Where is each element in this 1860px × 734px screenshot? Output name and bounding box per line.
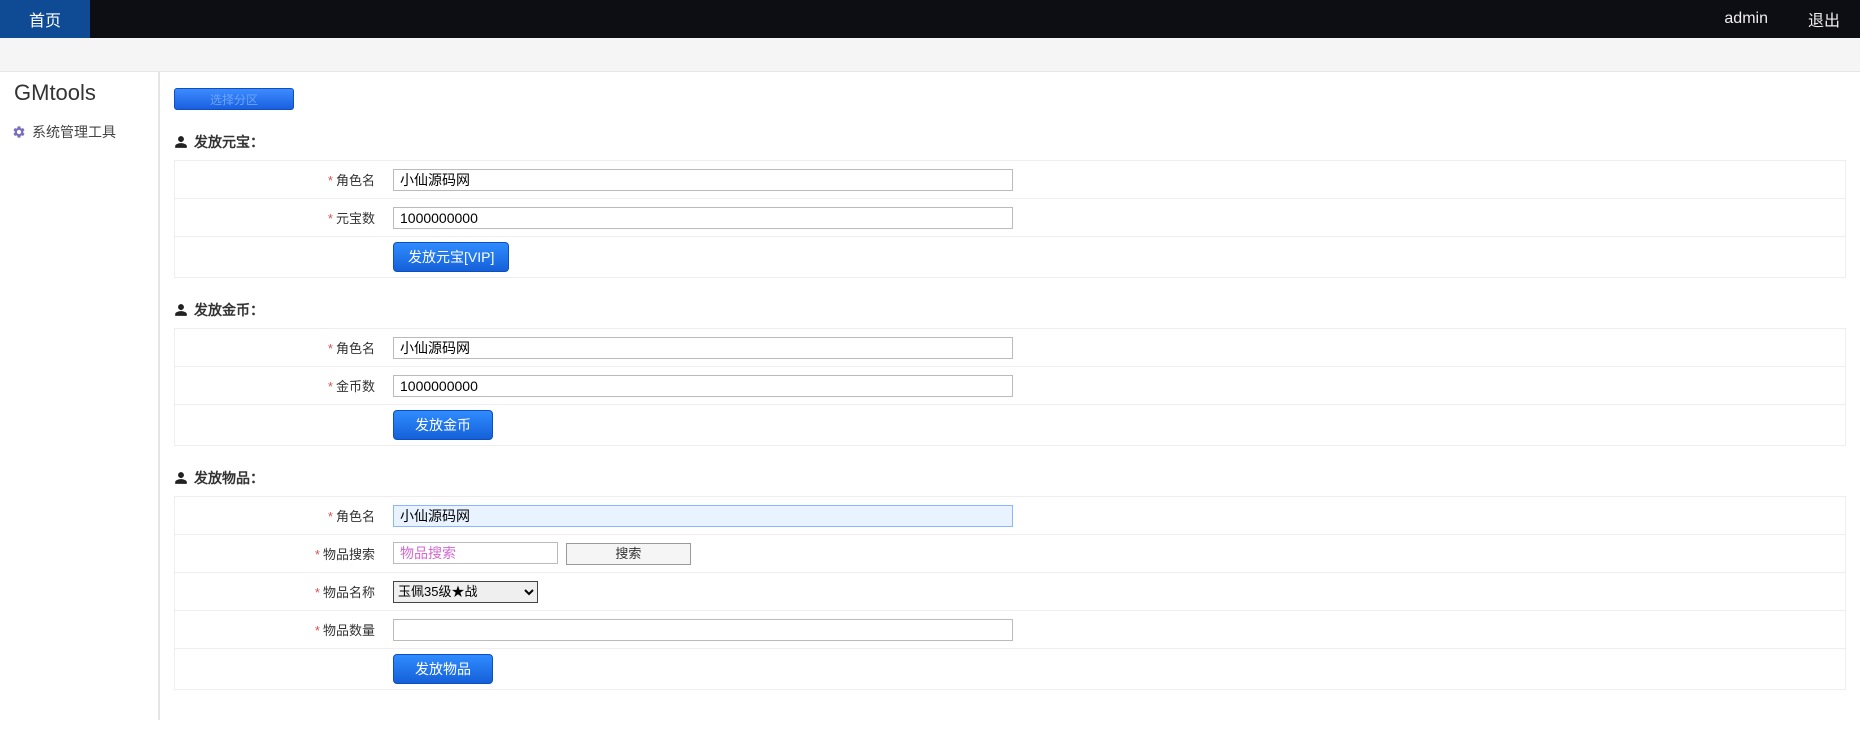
home-tab[interactable]: 首页 (0, 0, 90, 38)
logout-link[interactable]: 退出 (1788, 0, 1860, 38)
label-gold-amount: *金币数 (175, 370, 385, 401)
topbar-spacer (90, 0, 1704, 38)
row-item-submit: 发放物品 (175, 649, 1845, 689)
section-title-gold: 发放金币： (174, 300, 1846, 320)
row-gold-submit: 发放金币 (175, 405, 1845, 445)
input-yuanbao-amount[interactable] (393, 207, 1013, 229)
sidebar-item-system-tools[interactable]: 系统管理工具 (0, 116, 158, 148)
label-item-name: *物品名称 (175, 576, 385, 607)
label-item-search: *物品搜索 (175, 538, 385, 569)
row-yuanbao-amount: *元宝数 (175, 199, 1845, 237)
zone-select-button[interactable]: 选择分区 (174, 88, 294, 110)
row-yuanbao-submit: 发放元宝[VIP] (175, 237, 1845, 277)
row-item-search: *物品搜索 搜索 (175, 535, 1845, 573)
select-item-name[interactable]: 玉佩35级★战 (393, 581, 538, 603)
gear-icon (12, 125, 26, 139)
input-gold-amount[interactable] (393, 375, 1013, 397)
input-yuanbao-role[interactable] (393, 169, 1013, 191)
section-title-yuanbao: 发放元宝： (174, 132, 1846, 152)
person-icon (174, 303, 188, 317)
submit-yuanbao-button[interactable]: 发放元宝[VIP] (393, 242, 509, 272)
row-item-role: *角色名 (175, 497, 1845, 535)
form-gold: *角色名 *金币数 发放金币 (174, 328, 1846, 446)
user-link[interactable]: admin (1704, 0, 1788, 38)
section-title-text: 发放元宝： (194, 132, 264, 152)
input-item-role[interactable] (393, 505, 1013, 527)
label-gold-role: *角色名 (175, 332, 385, 363)
person-icon (174, 471, 188, 485)
input-gold-role[interactable] (393, 337, 1013, 359)
content: 选择分区 发放元宝： *角色名 *元宝数 发放元宝[VIP] 发放金币： (160, 72, 1860, 720)
row-gold-role: *角色名 (175, 329, 1845, 367)
label-item-qty: *物品数量 (175, 614, 385, 645)
section-title-text: 发放物品： (194, 468, 264, 488)
search-button[interactable]: 搜索 (566, 543, 691, 565)
topbar: 首页 admin 退出 (0, 0, 1860, 38)
row-item-name: *物品名称 玉佩35级★战 (175, 573, 1845, 611)
label-yuanbao-role: *角色名 (175, 164, 385, 195)
section-title-text: 发放金币： (194, 300, 264, 320)
sidebar: GMtools 系统管理工具 (0, 72, 160, 720)
breadcrumb-bar (0, 38, 1860, 72)
input-item-qty[interactable] (393, 619, 1013, 641)
submit-item-button[interactable]: 发放物品 (393, 654, 493, 684)
section-title-item: 发放物品： (174, 468, 1846, 488)
row-gold-amount: *金币数 (175, 367, 1845, 405)
submit-gold-button[interactable]: 发放金币 (393, 410, 493, 440)
form-yuanbao: *角色名 *元宝数 发放元宝[VIP] (174, 160, 1846, 278)
label-item-role: *角色名 (175, 500, 385, 531)
sidebar-item-label: 系统管理工具 (32, 122, 116, 142)
main: GMtools 系统管理工具 选择分区 发放元宝： *角色名 *元宝数 发放元宝… (0, 72, 1860, 720)
row-item-qty: *物品数量 (175, 611, 1845, 649)
input-item-search[interactable] (393, 542, 558, 564)
row-yuanbao-role: *角色名 (175, 161, 1845, 199)
form-item: *角色名 *物品搜索 搜索 *物品名称 玉佩35级★战 *物品数量 (174, 496, 1846, 690)
brand: GMtools (0, 72, 158, 116)
person-icon (174, 135, 188, 149)
label-yuanbao-amount: *元宝数 (175, 202, 385, 233)
